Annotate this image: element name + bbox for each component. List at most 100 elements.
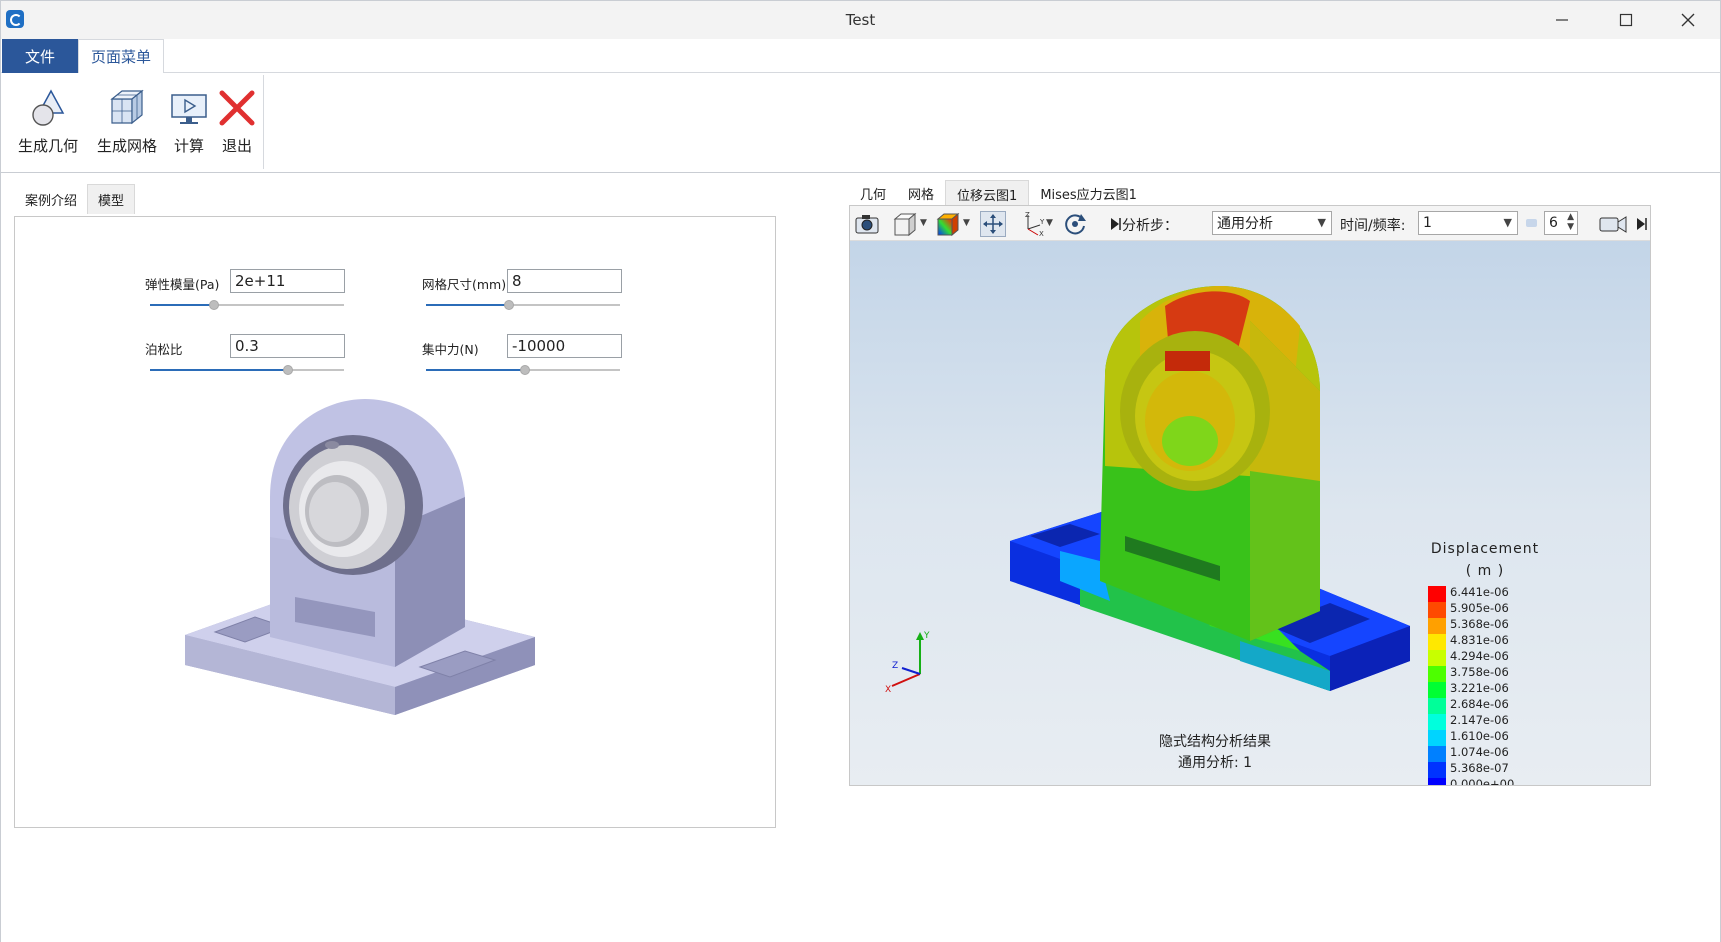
concentrated-force-slider-fill xyxy=(426,369,525,371)
time-frequency-label: 时间/频率: xyxy=(1340,218,1406,234)
legend-value-label: 6.441e-06 xyxy=(1450,585,1509,599)
tab-displacement-contour[interactable]: 位移云图1 xyxy=(945,180,1030,207)
window-title: Test xyxy=(845,11,876,29)
monitor-play-icon xyxy=(168,87,210,129)
tab-model[interactable]: 模型 xyxy=(87,184,136,214)
legend-value-label: 2.147e-06 xyxy=(1450,713,1509,727)
poisson-ratio-slider-thumb[interactable] xyxy=(283,365,293,375)
spin-arrows-icon[interactable]: ▲ ▼ xyxy=(1567,212,1574,232)
axes-triad-icon[interactable]: Z YX xyxy=(1020,211,1046,238)
tab-mises-contour[interactable]: Mises应力云图1 xyxy=(1029,180,1148,207)
svg-text:X: X xyxy=(1039,230,1044,237)
tab-geometry[interactable]: 几何 xyxy=(849,180,897,207)
ribbon-toolbar: 生成几何 生成网格 计算 退出 xyxy=(1,73,1720,173)
chevron-down-icon: ▼ xyxy=(1317,216,1326,229)
ribbon-tab-bar: 文件 页面菜单 xyxy=(1,39,1720,74)
generate-geometry-button[interactable]: 生成几何 xyxy=(17,83,79,163)
legend-swatch xyxy=(1428,602,1446,618)
fit-view-icon[interactable] xyxy=(980,211,1006,237)
legend-value-label: 1.074e-06 xyxy=(1450,745,1509,759)
elastic-modulus-slider-thumb[interactable] xyxy=(209,300,219,310)
exit-button[interactable]: 退出 xyxy=(217,83,257,163)
model-panel: 弹性模量(Pa) 2e+11 网格尺寸(mm) 8 泊松比 0.3 集中力(N)… xyxy=(14,216,776,828)
elastic-modulus-field[interactable]: 2e+11 xyxy=(230,269,345,293)
compute-button[interactable]: 计算 xyxy=(169,83,209,163)
ribbon-divider xyxy=(263,75,264,169)
elastic-modulus-slider-fill xyxy=(150,304,214,306)
next-frame-icon[interactable] xyxy=(1636,211,1650,237)
poisson-ratio-slider-fill xyxy=(150,369,288,371)
concentrated-force-slider[interactable] xyxy=(426,365,620,375)
viewer-toolbar: ▼ ▼ ZYX ▼ 分析步： 通用分析 ▼ 时间/频率: 1 ▼ 6 ▲ ▼ xyxy=(850,206,1650,241)
legend-swatch xyxy=(1428,762,1446,778)
close-icon[interactable] xyxy=(1657,1,1719,39)
generate-mesh-button[interactable]: 生成网格 xyxy=(95,83,159,163)
elastic-modulus-label: 弹性模量(Pa) xyxy=(145,277,220,292)
legend-swatch xyxy=(1428,634,1446,650)
exit-label: 退出 xyxy=(221,137,252,155)
mesh-size-slider-fill xyxy=(426,304,509,306)
legend-swatch xyxy=(1428,618,1446,634)
tab-file[interactable]: 文件 xyxy=(2,39,78,73)
generate-geometry-label: 生成几何 xyxy=(17,137,78,155)
poisson-ratio-slider[interactable] xyxy=(150,365,344,375)
legend-swatch xyxy=(1428,714,1446,730)
contour-display-icon[interactable] xyxy=(935,211,961,237)
geometry-shapes-icon xyxy=(27,87,69,129)
triad-z-label: Z xyxy=(892,661,898,671)
analysis-step-value: 通用分析 xyxy=(1217,216,1273,232)
frame-slider-icon[interactable] xyxy=(1526,219,1537,227)
tab-mesh[interactable]: 网格 xyxy=(897,180,945,207)
concentrated-force-slider-thumb[interactable] xyxy=(520,365,530,375)
mesh-cube-icon xyxy=(106,87,148,129)
frame-spinbox[interactable]: 6 ▲ ▼ xyxy=(1544,211,1578,235)
svg-text:Z: Z xyxy=(1025,211,1030,219)
legend-swatch xyxy=(1428,730,1446,746)
result-3d-canvas[interactable]: Y X Z Displacement ( m ) 6.441e-06 5.905e… xyxy=(850,241,1650,785)
video-record-icon[interactable] xyxy=(1598,211,1628,237)
axes-dropdown-icon[interactable]: ▼ xyxy=(1046,218,1053,228)
legend-swatch xyxy=(1428,586,1446,602)
rotate-view-icon[interactable] xyxy=(1062,211,1088,237)
triad-x-label: X xyxy=(885,685,891,695)
mesh-size-field[interactable]: 8 xyxy=(507,269,622,293)
legend-value-label: 4.831e-06 xyxy=(1450,633,1509,647)
play-step-icon[interactable] xyxy=(1110,211,1122,237)
app-window: Test 文件 页面菜单 生成几何 生成网格 计算 退出 案例介绍 模型 弹性模… xyxy=(0,0,1721,942)
legend-value-label: 5.368e-07 xyxy=(1450,761,1509,775)
maximize-icon[interactable] xyxy=(1595,1,1657,39)
minimize-icon[interactable] xyxy=(1531,1,1593,39)
legend-swatch xyxy=(1428,666,1446,682)
legend-value-label: 1.610e-06 xyxy=(1450,729,1509,743)
time-frequency-select[interactable]: 1 ▼ xyxy=(1418,211,1518,235)
view-cube-dropdown-icon[interactable]: ▼ xyxy=(920,218,927,228)
analysis-step-select[interactable]: 通用分析 ▼ xyxy=(1212,211,1332,235)
analysis-step-label: 分析步： xyxy=(1122,218,1178,234)
mesh-size-label: 网格尺寸(mm) xyxy=(422,277,507,292)
legend-swatch xyxy=(1428,650,1446,666)
compute-label: 计算 xyxy=(173,137,204,155)
concentrated-force-label: 集中力(N) xyxy=(422,342,479,357)
chevron-down-icon: ▼ xyxy=(1503,216,1512,229)
camera-icon[interactable] xyxy=(854,211,880,237)
legend-swatch xyxy=(1428,682,1446,698)
legend-value-label: 0.000e+00 xyxy=(1450,777,1515,785)
poisson-ratio-field[interactable]: 0.3 xyxy=(230,334,345,358)
main-area: 案例介绍 模型 弹性模量(Pa) 2e+11 网格尺寸(mm) 8 泊松比 0.… xyxy=(1,174,1720,942)
tab-case-intro[interactable]: 案例介绍 xyxy=(15,184,87,214)
tab-page-menu[interactable]: 页面菜单 xyxy=(78,39,164,74)
pillow-block-model-image xyxy=(185,399,535,715)
legend-value-label: 3.221e-06 xyxy=(1450,681,1509,695)
generate-mesh-label: 生成网格 xyxy=(96,137,157,155)
legend-value-label: 5.905e-06 xyxy=(1450,601,1509,615)
displacement-contour-model xyxy=(1010,286,1410,691)
contour-dropdown-icon[interactable]: ▼ xyxy=(963,218,970,228)
mesh-size-slider[interactable] xyxy=(426,300,620,310)
title-bar: Test xyxy=(1,1,1720,39)
legend-value-label: 4.294e-06 xyxy=(1450,649,1509,663)
mesh-size-slider-thumb[interactable] xyxy=(504,300,514,310)
view-cube-icon[interactable] xyxy=(892,211,918,237)
concentrated-force-field[interactable]: -10000 xyxy=(507,334,622,358)
elastic-modulus-slider[interactable] xyxy=(150,300,344,310)
result-viewer: ▼ ▼ ZYX ▼ 分析步： 通用分析 ▼ 时间/频率: 1 ▼ 6 ▲ ▼ Y… xyxy=(849,205,1651,786)
